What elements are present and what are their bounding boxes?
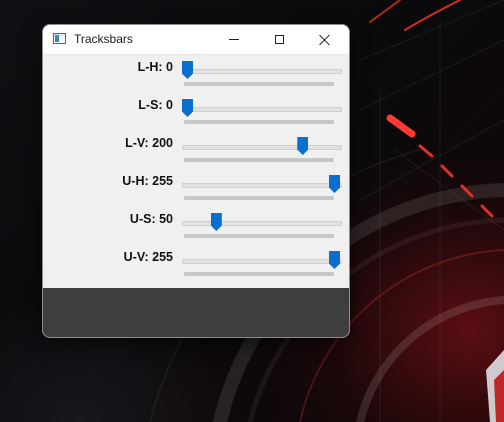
trackbar-tick-bar: [184, 234, 334, 238]
trackbar-label: U-S: 50: [129, 212, 173, 226]
trackbar-track[interactable]: [182, 69, 342, 74]
minimize-icon: [229, 39, 239, 40]
trackbar-row-l-s: L-S: 0: [43, 95, 349, 133]
trackbar-slider-u-h[interactable]: [182, 171, 342, 203]
trackbar-tick-bar: [184, 272, 334, 276]
trackbar-thumb[interactable]: [297, 137, 309, 155]
trackbar-label: L-H: 0: [137, 60, 173, 74]
trackbar-thumb[interactable]: [210, 213, 222, 231]
trackbar-tick-bar: [184, 82, 334, 86]
trackbar-track[interactable]: [182, 221, 342, 226]
trackbar-label: L-S: 0: [138, 98, 173, 112]
trackbar-thumb[interactable]: [329, 175, 340, 193]
image-display-area: [43, 288, 349, 337]
minimize-button[interactable]: [211, 25, 257, 54]
trackbar-slider-l-v[interactable]: [182, 133, 342, 165]
maximize-button[interactable]: [256, 25, 302, 54]
trackbar-row-l-v: L-V: 200: [43, 133, 349, 171]
maximize-icon: [274, 35, 284, 44]
trackbar-slider-l-h[interactable]: [182, 57, 342, 89]
trackbar-tick-bar: [184, 158, 334, 162]
trackbar-row-u-s: U-S: 50: [43, 209, 349, 247]
trackbar-slider-u-s[interactable]: [182, 209, 342, 241]
trackbar-tick-bar: [184, 120, 334, 124]
opencv-window-icon: [53, 33, 66, 44]
trackbar-tick-bar: [184, 196, 334, 200]
trackbar-panel: L-H: 0 L-S: 0 L-V: 200 U-H: 255 U-S: 50 …: [43, 55, 349, 288]
trackbar-track[interactable]: [182, 259, 342, 264]
trackbar-label: U-V: 255: [123, 250, 173, 264]
trackbar-row-u-v: U-V: 255: [43, 247, 349, 285]
trackbar-slider-u-v[interactable]: [182, 247, 342, 279]
trackbars-window: Tracksbars L-H: 0 L-S: 0 L-V: 200 U-H: 2…: [42, 24, 350, 338]
close-icon: [319, 34, 331, 46]
trackbar-label: L-V: 200: [125, 136, 173, 150]
window-title: Tracksbars: [74, 32, 133, 46]
close-button[interactable]: [302, 25, 348, 54]
trackbar-label: U-H: 255: [122, 174, 173, 188]
trackbar-thumb[interactable]: [329, 251, 340, 269]
title-bar[interactable]: Tracksbars: [43, 25, 349, 55]
trackbar-row-u-h: U-H: 255: [43, 171, 349, 209]
trackbar-thumb[interactable]: [182, 61, 193, 79]
trackbar-track[interactable]: [182, 183, 342, 188]
trackbar-slider-l-s[interactable]: [182, 95, 342, 127]
trackbar-thumb[interactable]: [182, 99, 193, 117]
trackbar-row-l-h: L-H: 0: [43, 57, 349, 95]
trackbar-track[interactable]: [182, 107, 342, 112]
trackbar-track[interactable]: [182, 145, 342, 150]
